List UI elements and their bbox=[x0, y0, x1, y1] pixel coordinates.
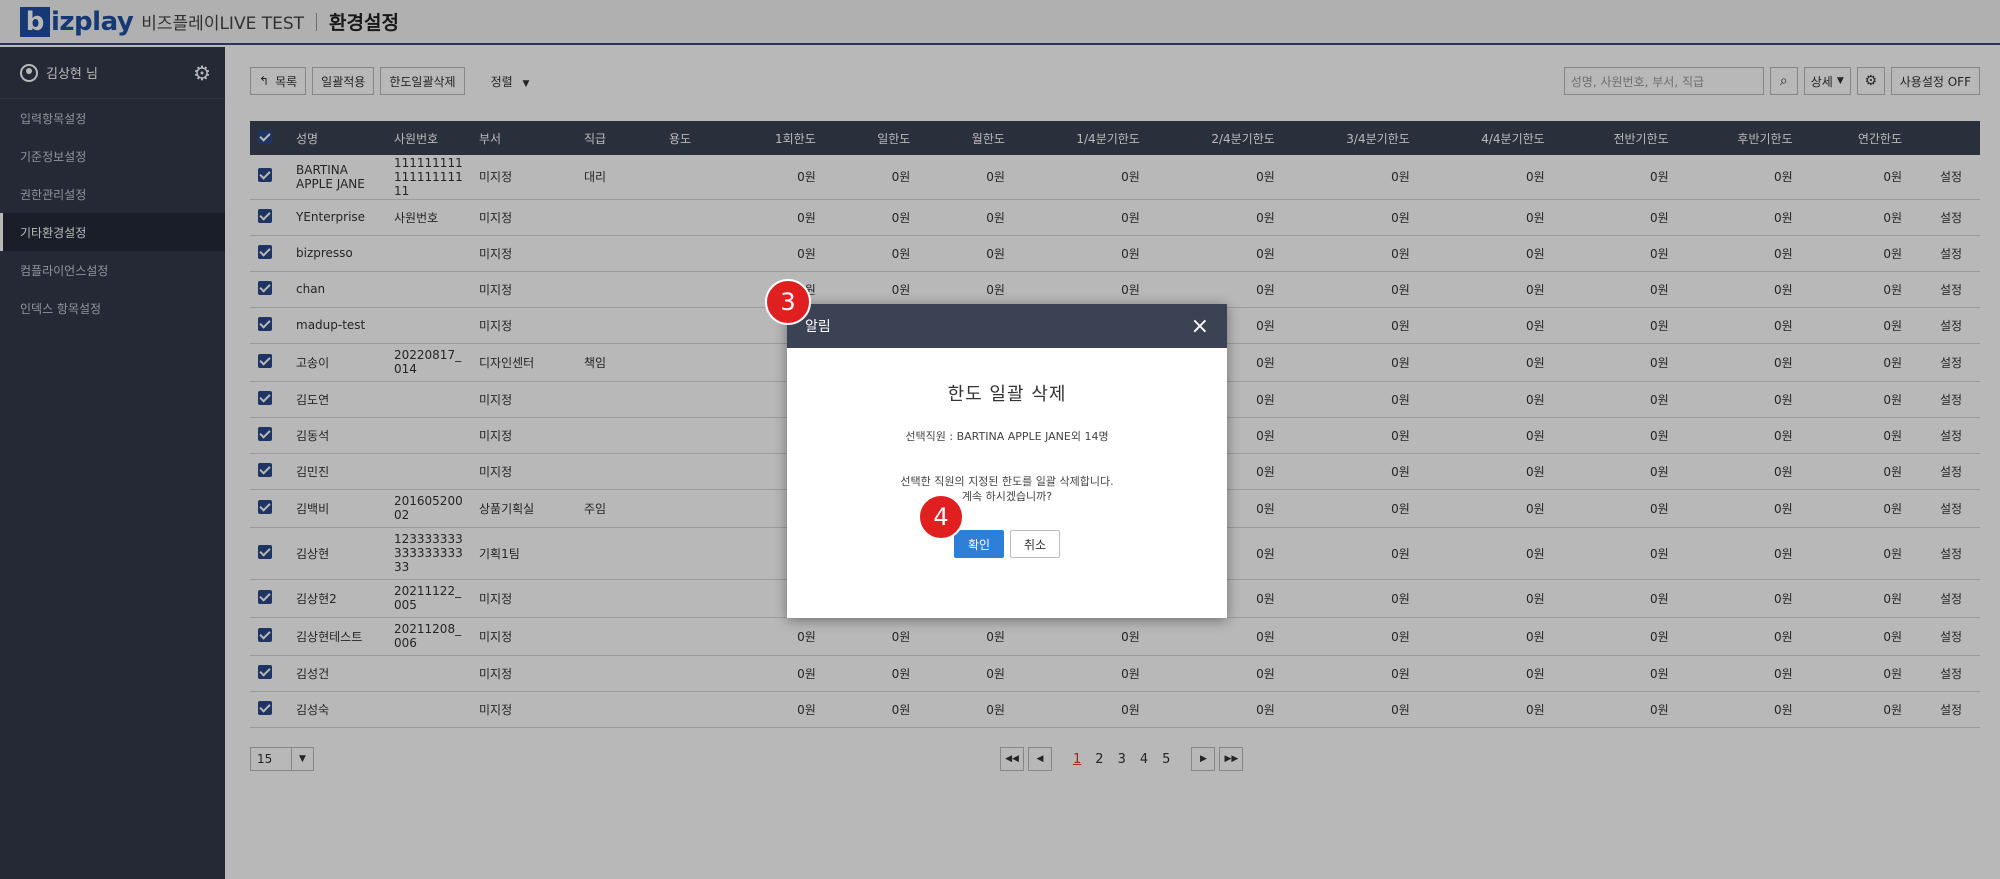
dialog-message-line2: 계속 하시겠습니까? bbox=[961, 490, 1053, 503]
alert-dialog: 알림 × 한도 일괄 삭제 선택직원 : BARTINA APPLE JANE외… bbox=[787, 304, 1227, 618]
selected-employees: 선택직원 : BARTINA APPLE JANE외 14명 bbox=[905, 430, 1109, 443]
step-badge-3: 3 bbox=[765, 279, 811, 325]
step-badge-4: 4 bbox=[918, 494, 964, 540]
cancel-button[interactable]: 취소 bbox=[1010, 530, 1060, 558]
dialog-title: 한도 일괄 삭제 bbox=[947, 384, 1067, 405]
dialog-buttons: 확인 취소 bbox=[787, 530, 1227, 558]
dialog-message: 선택한 직원의 지정된 한도를 일괄 삭제합니다. 계속 하시겠습니까? bbox=[787, 474, 1227, 504]
confirm-button[interactable]: 확인 bbox=[954, 530, 1004, 558]
dialog-header-title: 알림 bbox=[805, 319, 831, 335]
dialog-header: 알림 × bbox=[787, 304, 1227, 348]
dialog-message-line1: 선택한 직원의 지정된 한도를 일괄 삭제합니다. bbox=[900, 475, 1114, 488]
close-icon[interactable]: × bbox=[1191, 314, 1209, 339]
